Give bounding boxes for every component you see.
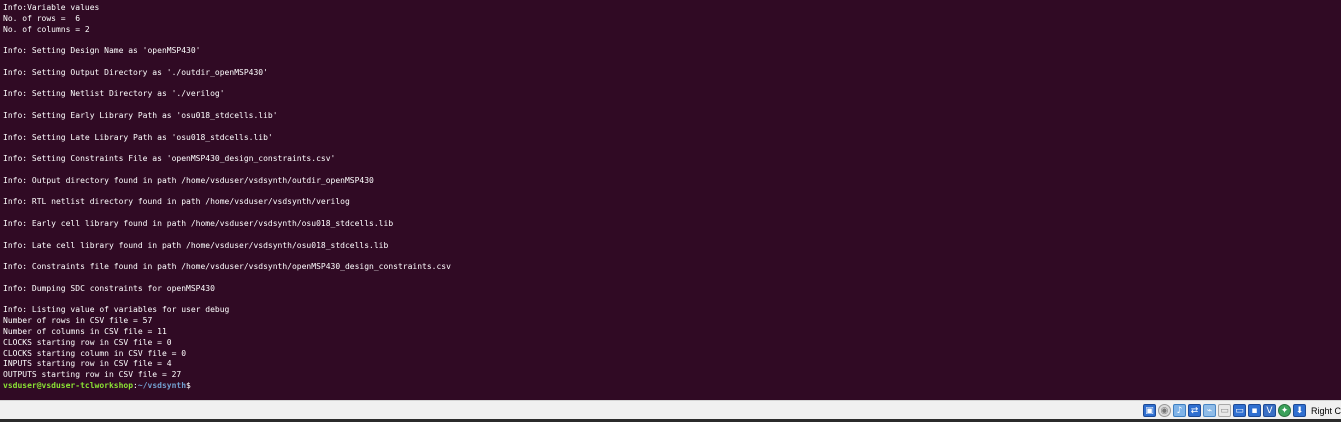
- terminal-line: Info: Setting Output Directory as './out…: [3, 67, 268, 77]
- usb-icon[interactable]: ⌁: [1202, 404, 1216, 417]
- terminal-line: Info: Constraints file found in path /ho…: [3, 262, 451, 272]
- network-icon[interactable]: ⇄: [1187, 404, 1201, 417]
- terminal-line: Info: Setting Netlist Directory as './ve…: [3, 89, 225, 99]
- terminal-line: INPUTS starting row in CSV file = 4: [3, 359, 172, 369]
- terminal-line: Info: Setting Design Name as 'openMSP430…: [3, 46, 201, 56]
- terminal-line: No. of columns = 2: [3, 24, 90, 34]
- prompt-path: ~/vsdsynth: [137, 380, 187, 390]
- terminal-line: Info: Output directory found in path /ho…: [3, 175, 374, 185]
- terminal-line: Number of columns in CSV file = 11: [3, 326, 167, 336]
- vt-x-icon[interactable]: V: [1262, 404, 1276, 417]
- vm-status-bar: ▣ ◉ ♪ ⇄ ⌁ ▭ ▭ ▪ V ✦ ⬇ Right C: [0, 400, 1341, 419]
- terminal-line: Info: Late cell library found in path /h…: [3, 240, 389, 250]
- shared-folder-icon[interactable]: ▭: [1217, 404, 1231, 417]
- terminal-line: Info: Setting Early Library Path as 'osu…: [3, 110, 278, 120]
- terminal-window[interactable]: Info:Variable values No. of rows = 6 No. o…: [0, 0, 1341, 400]
- terminal-line: Info: Setting Constraints File as 'openM…: [3, 154, 336, 164]
- terminal-line: Number of rows in CSV file = 57: [3, 316, 153, 326]
- recording-icon[interactable]: ▪: [1247, 404, 1261, 417]
- host-key-label: Right C: [1310, 405, 1341, 416]
- audio-icon[interactable]: ♪: [1172, 404, 1186, 417]
- prompt-symbol: $: [186, 380, 191, 390]
- terminal-line: CLOCKS starting row in CSV file = 0: [3, 337, 172, 347]
- mouse-integration-icon[interactable]: ✦: [1277, 404, 1291, 417]
- terminal-line: Info: RTL netlist directory found in pat…: [3, 197, 350, 207]
- optical-drive-icon[interactable]: ◉: [1157, 404, 1171, 417]
- terminal-line: Info:Variable values: [3, 3, 100, 12]
- shell-prompt[interactable]: vsduser@vsduser-tclworkshop:~/vsdsynth$: [3, 381, 1341, 392]
- keyboard-capture-icon[interactable]: ⬇: [1292, 404, 1306, 417]
- hard-disk-icon[interactable]: ▣: [1142, 404, 1156, 417]
- terminal-line: OUTPUTS starting row in CSV file = 27: [3, 370, 182, 380]
- terminal-line: Info: Listing value of variables for use…: [3, 305, 230, 315]
- status-tray: ▣ ◉ ♪ ⇄ ⌁ ▭ ▭ ▪ V ✦ ⬇ Right C: [1142, 402, 1341, 419]
- terminal-line: Info: Setting Late Library Path as 'osu0…: [3, 132, 273, 142]
- prompt-user-host: vsduser@vsduser-tclworkshop: [3, 380, 134, 390]
- display-icon[interactable]: ▭: [1232, 404, 1246, 417]
- terminal-line: No. of rows = 6: [3, 13, 81, 23]
- terminal-line: Info: Dumping SDC constraints for openMS…: [3, 283, 215, 293]
- terminal-line: CLOCKS starting column in CSV file = 0: [3, 348, 187, 358]
- terminal-line: Info: Early cell library found in path /…: [3, 218, 394, 228]
